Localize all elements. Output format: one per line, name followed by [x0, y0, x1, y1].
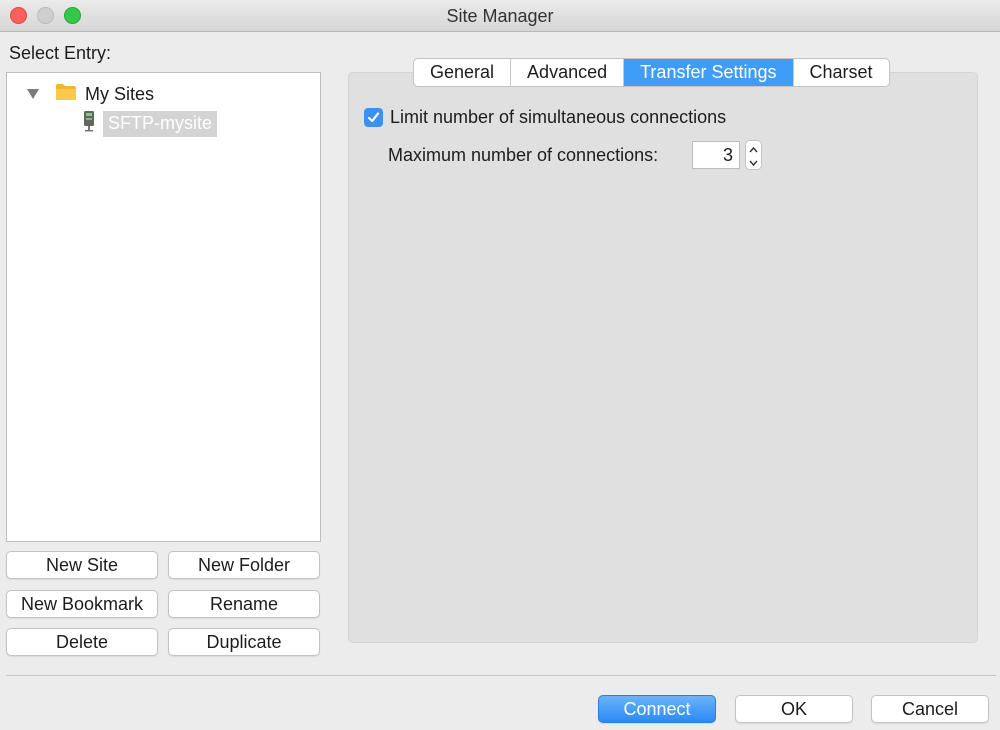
new-site-button[interactable]: New Site [6, 551, 158, 579]
tab-advanced[interactable]: Advanced [511, 59, 625, 86]
tab-general[interactable]: General [414, 59, 512, 86]
rename-button[interactable]: Rename [168, 590, 320, 618]
disclosure-triangle-icon[interactable] [27, 89, 39, 99]
new-folder-button[interactable]: New Folder [168, 551, 320, 579]
max-connections-input[interactable] [692, 141, 740, 169]
server-icon [84, 111, 94, 132]
window-title: Site Manager [446, 6, 554, 26]
cancel-button[interactable]: Cancel [871, 695, 989, 723]
duplicate-button[interactable]: Duplicate [168, 628, 320, 656]
folder-icon [56, 84, 76, 100]
tab-charset[interactable]: Charset [794, 59, 889, 86]
delete-button[interactable]: Delete [6, 628, 158, 656]
limit-connections-checkbox[interactable] [364, 108, 383, 127]
tab-transfer-settings[interactable]: Transfer Settings [624, 59, 794, 86]
ok-button[interactable]: OK [735, 695, 853, 723]
max-connections-stepper[interactable] [745, 140, 762, 170]
select-entry-label: Select Entry: [9, 43, 112, 63]
settings-tabs: General Advanced Transfer Settings Chars… [413, 58, 890, 87]
connect-button[interactable]: Connect [598, 695, 716, 723]
new-bookmark-button[interactable]: New Bookmark [6, 590, 158, 618]
stepper-down-icon[interactable] [746, 155, 761, 169]
footer-divider [6, 675, 996, 676]
tree-item-my-sites[interactable]: My Sites [85, 84, 154, 105]
stepper-up-icon[interactable] [746, 141, 761, 155]
checkmark-icon [367, 112, 380, 123]
max-connections-label: Maximum number of connections: [388, 145, 659, 165]
limit-connections-label[interactable]: Limit number of simultaneous connections [390, 107, 726, 128]
tree-item-sftp-mysite[interactable]: SFTP-mysite [103, 111, 218, 137]
site-tree[interactable]: My Sites SFTP-mysite [6, 72, 321, 542]
title-bar: Site Manager [0, 0, 1000, 32]
